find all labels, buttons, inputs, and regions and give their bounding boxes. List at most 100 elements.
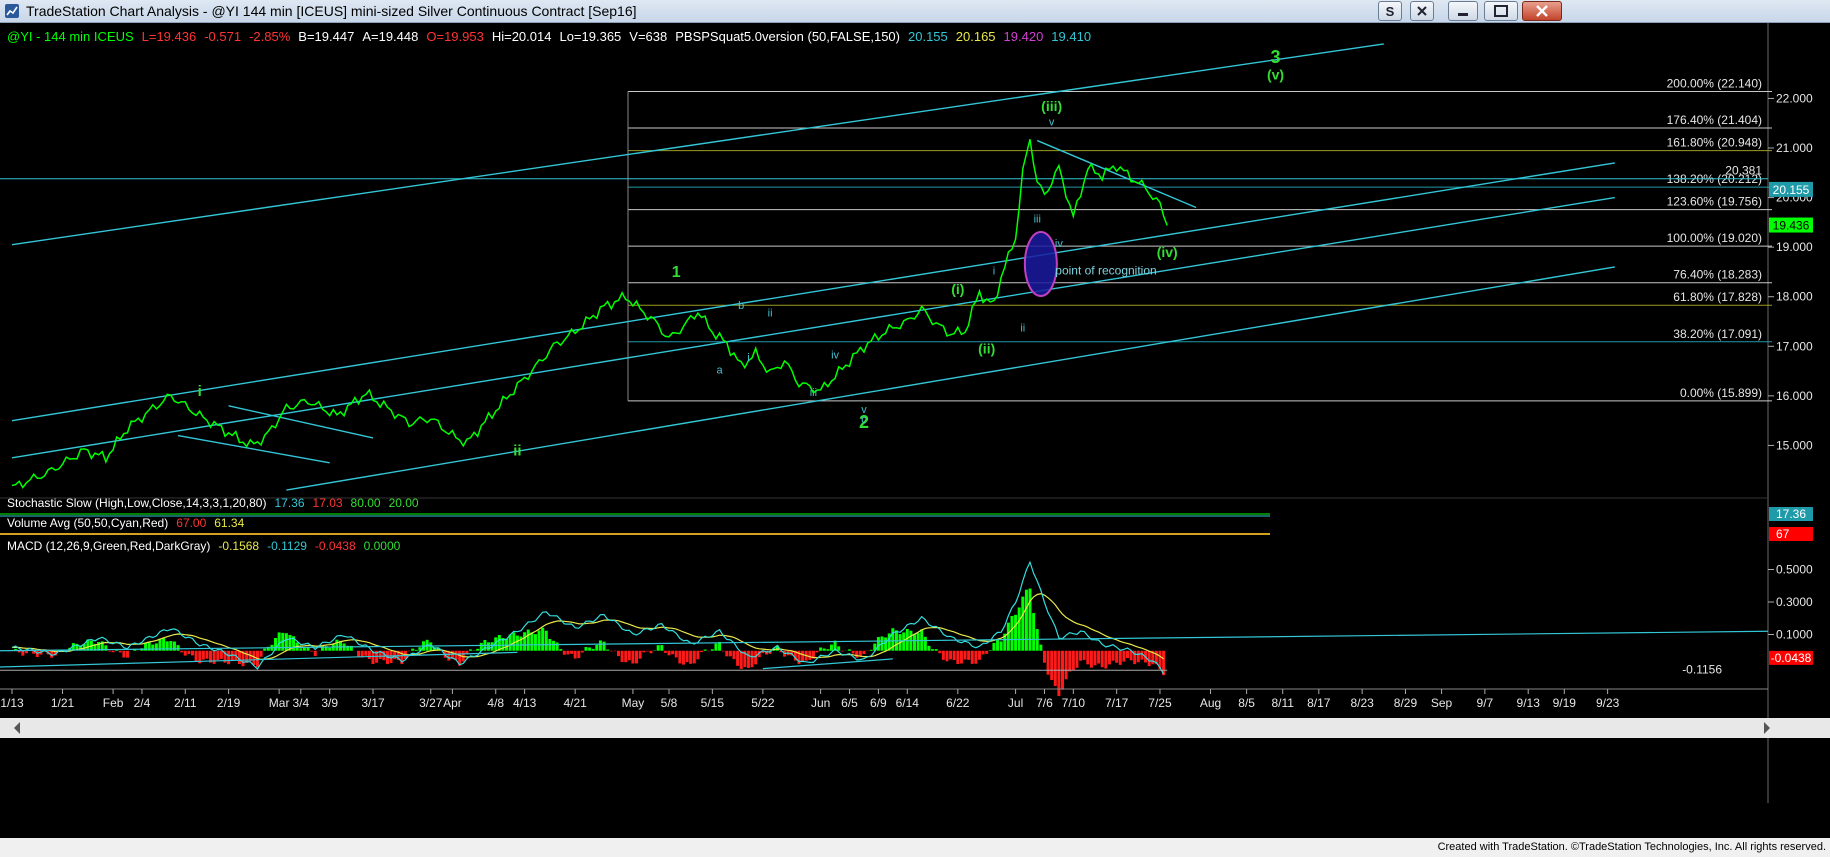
time-tick-label-7: 3/4	[292, 696, 309, 710]
horizontal-level-label: 20.381	[1725, 164, 1762, 178]
wave-label-3: v	[1049, 117, 1055, 129]
time-tick-label-39: 9/23	[1596, 696, 1620, 710]
wave-label-11: a	[716, 365, 723, 377]
time-tick-label-32: 8/17	[1307, 696, 1331, 710]
fib-label-7: 61.80% (17.828)	[1673, 290, 1762, 304]
header-value-11: 20.155	[908, 29, 948, 44]
time-tick-label-15: May	[622, 696, 645, 710]
tradestation-app-icon	[5, 4, 19, 18]
recognition-ellipse	[1023, 231, 1058, 298]
minimize-button[interactable]	[1448, 1, 1478, 21]
price-tick-label-1: 16.000	[1776, 389, 1813, 403]
wave-label-15: ii	[768, 308, 773, 320]
time-tick-label-13: 4/13	[513, 696, 537, 710]
minimize-icon	[1458, 13, 1468, 16]
time-tick-label-37: 9/13	[1517, 696, 1541, 710]
time-tick-label-30: 8/5	[1238, 696, 1255, 710]
chart-area[interactable]: 200.00% (22.140)176.40% (21.404)161.80% …	[0, 23, 1830, 838]
header-value-10: PBSPSquat5.0version (50,FALSE,150)	[675, 29, 900, 44]
header-value-8: Lo=19.365	[559, 29, 621, 44]
fib-label-5: 100.00% (19.020)	[1667, 231, 1762, 245]
time-tick-label-35: Sep	[1431, 696, 1453, 710]
fib-label-9: 0.00% (15.899)	[1680, 386, 1762, 400]
close-x-icon	[1417, 6, 1427, 16]
time-tick-label-38: 9/19	[1553, 696, 1577, 710]
window-title: TradeStation Chart Analysis - @YI 144 mi…	[26, 3, 637, 19]
macd-tick-label-2: 0.1000	[1776, 628, 1813, 642]
time-tick-label-25: 7/6	[1036, 696, 1053, 710]
wave-label-2: (iii)	[1041, 98, 1062, 114]
time-tick-label-28: 7/25	[1148, 696, 1172, 710]
time-tick-label-10: 3/27	[419, 696, 443, 710]
fib-label-0: 200.00% (22.140)	[1667, 77, 1762, 91]
volume-label: Volume Avg (50,50,Cyan,Red)	[7, 516, 168, 530]
time-tick-label-20: 6/5	[841, 696, 858, 710]
stochastic-value-1: 17.03	[313, 496, 343, 510]
time-tick-label-14: 4/21	[563, 696, 587, 710]
stochastic-value-2: 80.00	[351, 496, 381, 510]
macd-value-1: -0.1129	[267, 539, 307, 553]
chart-background	[0, 23, 1830, 838]
stochastic-label: Stochastic Slow (High,Low,Close,14,3,3,1…	[7, 496, 266, 510]
horizontal-scrollbar[interactable]	[0, 718, 1830, 738]
wave-label-10: i	[198, 383, 202, 400]
time-tick-label-21: 6/9	[870, 696, 887, 710]
time-tick-label-27: 7/17	[1105, 696, 1129, 710]
fib-label-6: 76.40% (18.283)	[1673, 268, 1762, 282]
time-tick-label-22: 6/14	[896, 696, 920, 710]
wave-label-20: ii	[1020, 322, 1025, 334]
stochastic-value-3: 20.00	[389, 496, 419, 510]
wave-label-7: (iv)	[1157, 244, 1178, 260]
time-tick-label-9: 3/17	[361, 696, 385, 710]
wave-label-1: (v)	[1267, 67, 1284, 83]
macd-value-0: -0.1568	[218, 539, 259, 553]
time-tick-label-23: 6/22	[946, 696, 970, 710]
time-tick-label-33: 8/23	[1350, 696, 1374, 710]
header-value-1: L=19.436	[142, 29, 197, 44]
header-value-5: A=19.448	[362, 29, 418, 44]
time-tick-label-26: 7/10	[1062, 696, 1086, 710]
time-tick-label-12: 4/8	[487, 696, 504, 710]
time-tick-label-11: Apr	[443, 696, 462, 710]
maximize-button[interactable]	[1484, 1, 1518, 21]
macd-level-label: -0.1156	[1682, 663, 1722, 677]
wave-label-18: v	[861, 404, 867, 416]
time-tick-label-6: Mar	[269, 696, 290, 710]
stochastic-value-0: 17.36	[274, 496, 304, 510]
close-button[interactable]	[1522, 1, 1562, 21]
annotation-point-of-recognition: point of recognition	[1055, 263, 1156, 277]
wave-label-19: i	[993, 265, 995, 277]
macd-value-2: -0.0438	[315, 539, 356, 553]
wave-label-16: iii	[810, 387, 817, 399]
time-tick-label-5: 2/19	[217, 696, 241, 710]
wave-label-4: 1	[672, 264, 681, 281]
wave-label-22: iv	[1055, 238, 1063, 250]
wave-label-6: (ii)	[978, 341, 995, 357]
tool-s-button[interactable]: S	[1378, 1, 1402, 21]
time-tick-label-4: 2/11	[174, 696, 197, 710]
chart-header: @YI - 144 min ICEUS L=19.436 -0.571 -2.85% B…	[7, 29, 1091, 44]
header-value-4: B=19.447	[298, 29, 354, 44]
time-tick-label-18: 5/22	[751, 696, 775, 710]
close-icon	[1536, 5, 1548, 17]
time-tick-label-1: 1/21	[51, 696, 75, 710]
time-tick-label-31: 8/11	[1271, 696, 1294, 710]
time-tick-label-24: Jul	[1008, 696, 1023, 710]
header-value-3: -2.85%	[249, 29, 291, 44]
header-value-13: 19.420	[1004, 29, 1044, 44]
header-value-0: @YI - 144 min ICEUS	[7, 29, 134, 44]
window-close-small-button[interactable]	[1410, 1, 1434, 21]
copyright-credit: Created with TradeStation. ©TradeStation…	[1437, 841, 1826, 853]
macd-value-3: 0.0000	[364, 539, 401, 553]
volume-value-1: 61.34	[214, 516, 244, 530]
header-value-14: 19.410	[1051, 29, 1091, 44]
scrollbar-track[interactable]	[0, 718, 1830, 738]
time-tick-label-3: 2/4	[134, 696, 151, 710]
maximize-icon	[1494, 5, 1508, 17]
wave-label-21: iii	[1034, 213, 1041, 225]
wave-label-0: 3	[1270, 47, 1280, 67]
title-bar: TradeStation Chart Analysis - @YI 144 mi…	[0, 0, 1830, 23]
price-tick-label-3: 18.000	[1776, 290, 1813, 304]
header-value-7: Hi=20.014	[492, 29, 552, 44]
s-glyph-icon: S	[1386, 4, 1395, 19]
